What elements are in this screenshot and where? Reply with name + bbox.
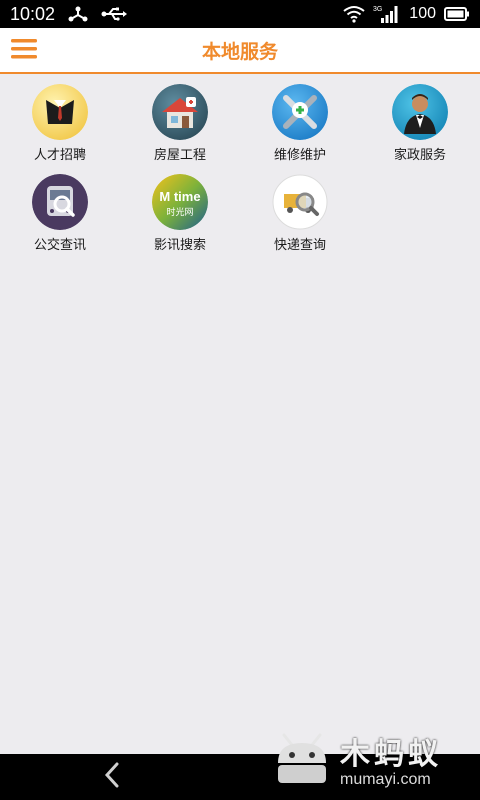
mtime-logo-icon: M time 时光网 (152, 174, 208, 230)
svg-text:时光网: 时光网 (166, 206, 193, 218)
status-time: 10:02 (10, 3, 56, 24)
repair-tools-icon (272, 84, 328, 140)
page-title: 本地服务 (201, 40, 278, 63)
service-label: 人才招聘 (33, 148, 86, 163)
battery-icon (444, 6, 470, 22)
service-label: 家政服务 (393, 148, 446, 163)
service-tile-housing[interactable]: 房屋工程 (120, 84, 240, 170)
service-tile-movies[interactable]: M time 时光网 影讯搜索 (120, 174, 240, 260)
service-label: 公交查讯 (33, 238, 86, 253)
service-label: 快递查询 (273, 238, 326, 253)
chevron-left-icon (103, 762, 121, 792)
wifi-icon (343, 5, 365, 23)
delivery-search-icon (272, 174, 328, 230)
svg-text:3G: 3G (373, 6, 382, 13)
butler-icon (392, 84, 448, 140)
service-tile-recruitment[interactable]: 人才招聘 (0, 84, 120, 170)
signal-icon: 3G (373, 4, 399, 24)
battery-level: 100 (409, 5, 436, 22)
house-icon (152, 84, 208, 140)
watermark-url: mumayi.com (340, 771, 431, 788)
watermark-brand: 木蚂蚁 (340, 737, 442, 772)
service-tile-repair[interactable]: 维修维护 (240, 84, 360, 170)
usb-icon (101, 6, 128, 22)
bus-search-icon (32, 174, 88, 230)
service-label: 房屋工程 (153, 148, 206, 163)
back-button[interactable] (96, 762, 128, 792)
svg-text:M time: M time (159, 189, 200, 204)
android-mascot-icon (270, 727, 334, 791)
watermark: 木蚂蚁 mumayi.com (270, 726, 470, 792)
service-tile-bus[interactable]: 公交查讯 (0, 174, 120, 260)
menu-button[interactable] (8, 35, 40, 67)
service-tile-housekeeping[interactable]: 家政服务 (360, 84, 480, 170)
service-label: 维修维护 (273, 148, 326, 163)
suit-icon (32, 84, 88, 140)
service-grid: 人才招聘 房屋工程 维修维护 家政服务 公交查讯 M time 时光网 影讯搜索… (0, 84, 480, 260)
app-bar: 本地服务 (0, 28, 480, 74)
hamburger-menu-icon (11, 38, 37, 64)
status-bar: 10:02 3G 100 (0, 0, 480, 28)
network-share-icon (67, 5, 89, 23)
service-label: 影讯搜索 (153, 238, 206, 253)
service-tile-express[interactable]: 快递查询 (240, 174, 360, 260)
